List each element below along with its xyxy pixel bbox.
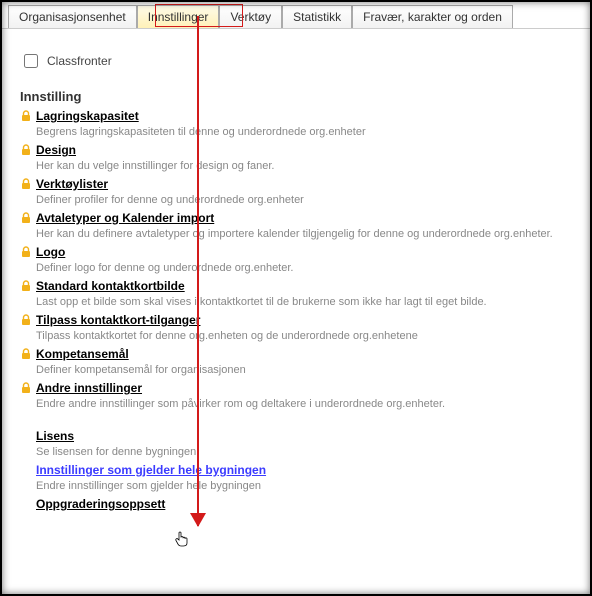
setting-link-calendar[interactable]: Avtaletyper og Kalender import xyxy=(36,210,214,226)
extra-row: Innstillinger som gjelder hele bygningen… xyxy=(20,462,572,494)
setting-desc: Last opp et bilde som skal vises i konta… xyxy=(36,294,572,310)
setting-desc: Definer kompetansemål for organisasjonen xyxy=(36,362,572,378)
setting-row: Design Her kan du velge innstillinger fo… xyxy=(20,142,572,174)
setting-row: Verktøylister Definer profiler for denne… xyxy=(20,176,572,208)
setting-link-toollists[interactable]: Verktøylister xyxy=(36,176,108,192)
lock-icon xyxy=(20,246,32,258)
setting-row: Lagringskapasitet Begrens lagringskapasi… xyxy=(20,108,572,140)
setting-link-other[interactable]: Andre innstillinger xyxy=(36,380,142,396)
setting-desc: Definer profiler for denne og underordne… xyxy=(36,192,572,208)
tabs-bar: Organisasjonsenhet Innstillinger Verktøy… xyxy=(2,2,590,29)
tab-tools[interactable]: Verktøy xyxy=(219,5,282,28)
lock-icon xyxy=(20,280,32,292)
setting-link-contact-image[interactable]: Standard kontaktkortbilde xyxy=(36,278,185,294)
lock-icon xyxy=(20,348,32,360)
setting-desc: Her kan du velge innstillinger for desig… xyxy=(36,158,572,174)
setting-row: Andre innstillinger Endre andre innstill… xyxy=(20,380,572,412)
setting-row: Logo Definer logo for denne og underordn… xyxy=(20,244,572,276)
setting-row: Avtaletyper og Kalender import Her kan d… xyxy=(20,210,572,242)
setting-row: Standard kontaktkortbilde Last opp et bi… xyxy=(20,278,572,310)
classfronter-checkbox[interactable] xyxy=(24,54,38,68)
setting-row: Tilpass kontaktkort-tilganger Tilpass ko… xyxy=(20,312,572,344)
setting-link-competence[interactable]: Kompetansemål xyxy=(36,346,129,362)
extra-row: Lisens Se lisensen for denne bygningen xyxy=(20,428,572,460)
lock-icon xyxy=(20,110,32,122)
lock-icon xyxy=(20,212,32,224)
setting-desc: Begrens lagringskapasiteten til denne og… xyxy=(36,124,572,140)
section-title: Innstilling xyxy=(20,89,572,104)
link-license[interactable]: Lisens xyxy=(36,428,74,444)
setting-row: Kompetansemål Definer kompetansemål for … xyxy=(20,346,572,378)
setting-link-design[interactable]: Design xyxy=(36,142,76,158)
lock-icon xyxy=(20,314,32,326)
tab-absence[interactable]: Fravær, karakter og orden xyxy=(352,5,513,28)
lock-icon xyxy=(20,178,32,190)
setting-link-contact-access[interactable]: Tilpass kontaktkort-tilganger xyxy=(36,312,200,328)
tab-org-unit[interactable]: Organisasjonsenhet xyxy=(8,5,137,28)
setting-desc: Her kan du definere avtaletyper og impor… xyxy=(36,226,572,242)
link-building-settings[interactable]: Innstillinger som gjelder hele bygningen xyxy=(36,462,266,478)
extra-desc: Endre innstillinger som gjelder hele byg… xyxy=(36,478,572,494)
tab-statistics[interactable]: Statistikk xyxy=(282,5,352,28)
tab-settings[interactable]: Innstillinger xyxy=(137,5,220,28)
setting-desc: Definer logo for denne og underordnede o… xyxy=(36,260,572,276)
classfronter-label: Classfronter xyxy=(47,54,112,68)
setting-desc: Endre andre innstillinger som påvirker r… xyxy=(36,396,572,412)
classfronter-row: Classfronter xyxy=(2,29,590,89)
extra-row: Oppgraderingsoppsett xyxy=(20,496,572,512)
lock-icon xyxy=(20,144,32,156)
setting-link-storage[interactable]: Lagringskapasitet xyxy=(36,108,139,124)
setting-desc: Tilpass kontaktkortet for denne org.enhe… xyxy=(36,328,572,344)
lock-icon xyxy=(20,382,32,394)
cursor-hand-icon xyxy=(175,530,189,548)
extra-desc: Se lisensen for denne bygningen xyxy=(36,444,572,460)
setting-link-logo[interactable]: Logo xyxy=(36,244,65,260)
link-upgrade-setup[interactable]: Oppgraderingsoppsett xyxy=(36,496,165,512)
